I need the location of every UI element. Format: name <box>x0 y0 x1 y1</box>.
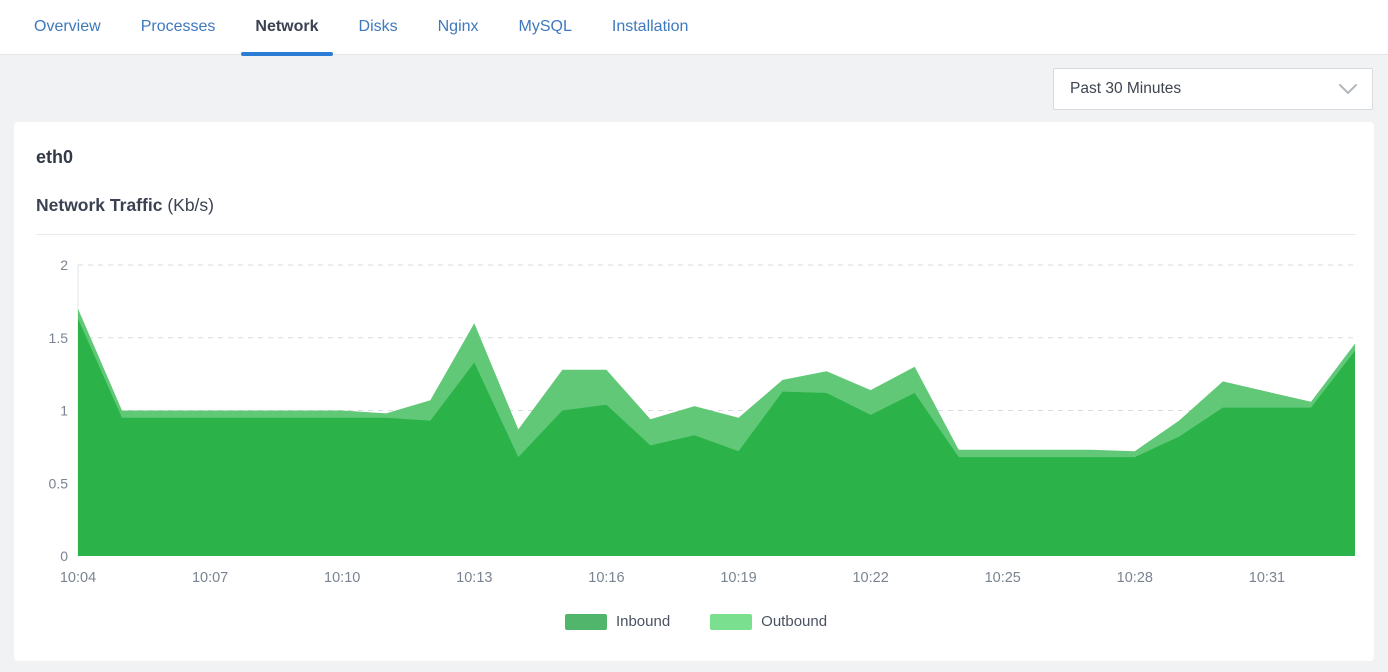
svg-text:2: 2 <box>60 257 68 273</box>
area-chart-canvas: 0 0.5 1 1.5 2 10:04 10:07 10:10 10:13 10:16 10:19 1… <box>36 249 1366 594</box>
time-range-selected-value: Past 30 Minutes <box>1070 80 1181 98</box>
svg-text:0: 0 <box>60 548 68 564</box>
tab-disks[interactable]: Disks <box>345 0 412 55</box>
tab-processes[interactable]: Processes <box>127 0 230 55</box>
svg-text:10:22: 10:22 <box>852 570 888 586</box>
time-range-dropdown[interactable]: Past 30 Minutes <box>1053 68 1373 110</box>
svg-text:10:31: 10:31 <box>1249 570 1285 586</box>
chevron-down-icon <box>1338 83 1358 95</box>
tab-mysql[interactable]: MySQL <box>505 0 586 55</box>
svg-text:10:04: 10:04 <box>60 570 96 586</box>
inbound-swatch-icon <box>565 614 607 630</box>
svg-text:1: 1 <box>60 403 68 419</box>
active-tab-indicator <box>241 52 332 56</box>
chart-title: Network Traffic (Kb/s) <box>36 194 1356 216</box>
outbound-swatch-icon <box>710 614 752 630</box>
tab-nginx[interactable]: Nginx <box>424 0 493 55</box>
tab-bar: Overview Processes Network Disks Nginx M… <box>0 0 1388 55</box>
filter-band: Past 30 Minutes <box>0 55 1388 122</box>
svg-text:10:07: 10:07 <box>192 570 228 586</box>
svg-text:0.5: 0.5 <box>49 475 69 491</box>
chart-legend: Inbound Outbound <box>36 613 1356 630</box>
legend-label-outbound: Outbound <box>761 613 827 630</box>
tab-installation[interactable]: Installation <box>598 0 703 55</box>
tab-disks-label: Disks <box>359 18 398 36</box>
legend-item-outbound: Outbound <box>710 613 827 630</box>
tab-mysql-label: MySQL <box>519 18 572 36</box>
svg-text:1.5: 1.5 <box>49 330 69 346</box>
divider <box>36 234 1356 235</box>
svg-text:10:28: 10:28 <box>1117 570 1153 586</box>
legend-item-inbound: Inbound <box>565 613 670 630</box>
network-traffic-panel: eth0 Network Traffic (Kb/s) 0 0.5 1 1.5 2 10:… <box>14 122 1374 661</box>
tab-nginx-label: Nginx <box>438 18 479 36</box>
svg-text:10:19: 10:19 <box>720 570 756 586</box>
svg-text:10:16: 10:16 <box>588 570 624 586</box>
svg-text:10:10: 10:10 <box>324 570 360 586</box>
network-traffic-chart: 0 0.5 1 1.5 2 10:04 10:07 10:10 10:13 10:16 10:19 1… <box>36 249 1356 630</box>
legend-label-inbound: Inbound <box>616 613 670 630</box>
tab-network[interactable]: Network <box>241 0 332 55</box>
tab-overview-label: Overview <box>34 18 101 36</box>
chart-title-text: Network Traffic <box>36 195 162 215</box>
interface-title: eth0 <box>36 146 1356 168</box>
tab-network-label: Network <box>255 18 318 36</box>
tab-overview[interactable]: Overview <box>20 0 115 55</box>
tab-processes-label: Processes <box>141 18 216 36</box>
chart-title-unit: (Kb/s) <box>167 195 214 215</box>
tab-installation-label: Installation <box>612 18 689 36</box>
svg-text:10:13: 10:13 <box>456 570 492 586</box>
svg-text:10:25: 10:25 <box>985 570 1021 586</box>
